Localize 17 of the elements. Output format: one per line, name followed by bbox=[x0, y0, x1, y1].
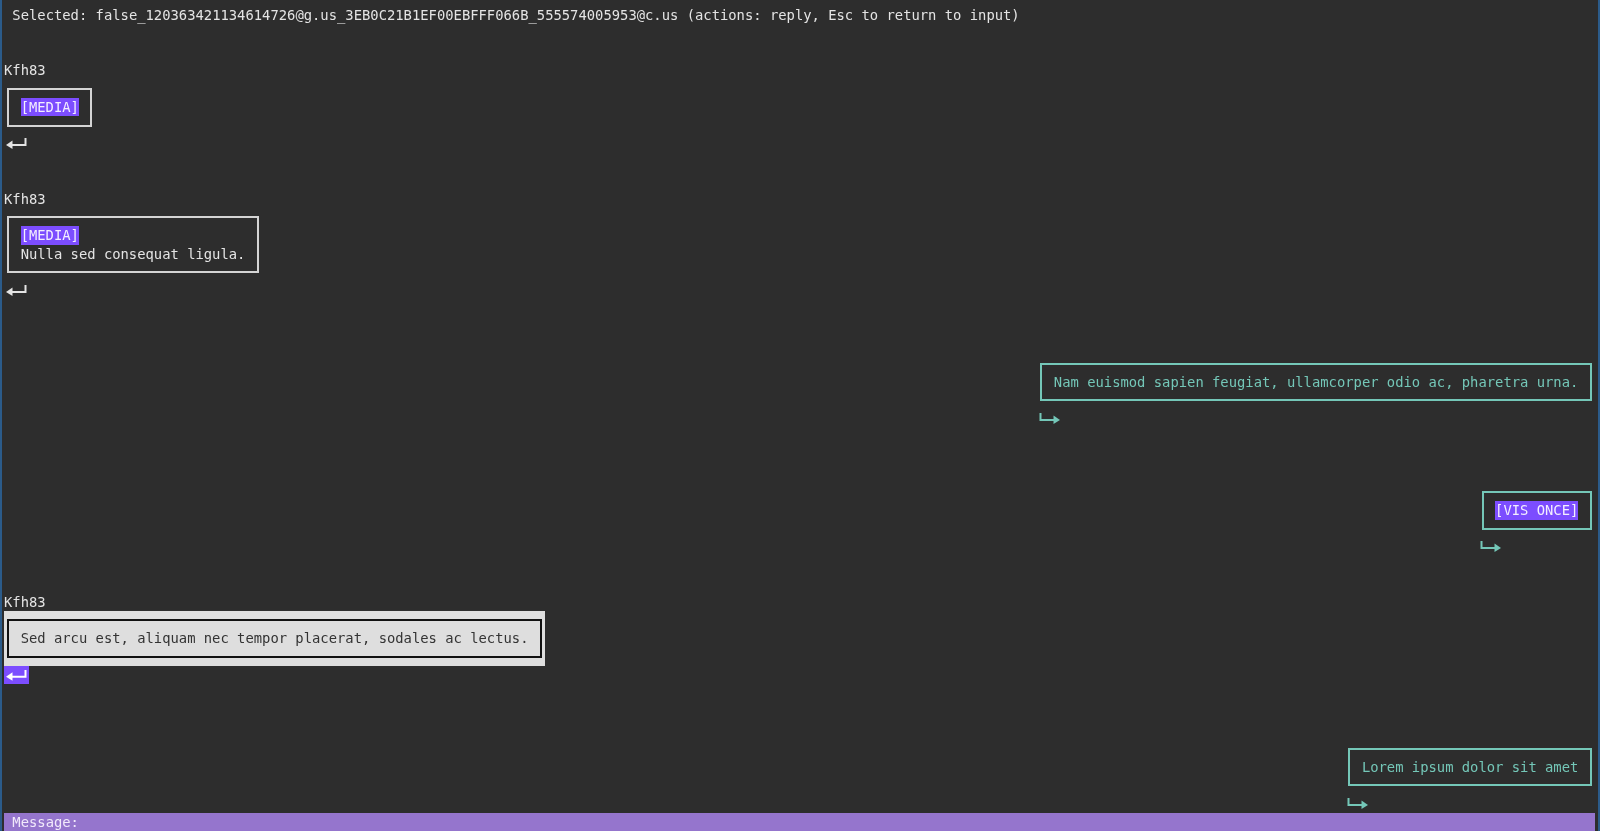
message-tag: [MEDIA] bbox=[20, 226, 79, 245]
message-bubble[interactable]: [MEDIA] bbox=[7, 87, 93, 127]
message-bubble[interactable]: Nam euismod sapien feugiat, ullamcorper odio ac, pharetra urna. bbox=[1040, 362, 1592, 402]
sender-name: Kfh83 bbox=[4, 62, 46, 79]
message-bubble[interactable]: [VIS ONCE] bbox=[1481, 491, 1592, 530]
sender-name: Kfh83 bbox=[4, 593, 46, 610]
message-bubble[interactable]: Sed arcu est, aliquam nec tempor placerat, sodales ac lectus. bbox=[7, 619, 542, 658]
message-text: Nam euismod sapien feugiat, ullamcorper odio ac, pharetra urna. bbox=[1053, 372, 1579, 392]
message-tag: [MEDIA] bbox=[20, 98, 79, 117]
message-text: Nulla sed consequat ligula. bbox=[20, 244, 246, 263]
message-text: Lorem ipsum dolor sit amet bbox=[1361, 757, 1579, 777]
message-bubble[interactable]: [MEDIA] Nulla sed consequat ligula. bbox=[7, 216, 259, 274]
message-bubble[interactable]: Lorem ipsum dolor sit amet bbox=[1348, 747, 1592, 787]
sender-name: Kfh83 bbox=[4, 190, 46, 207]
message-text: Sed arcu est, aliquam nec tempor placerat, sodales ac lectus. bbox=[20, 629, 529, 648]
status-line: Selected: false_120363421134614726@g.us_3EB0C21B1EF00EBFFF066B_555574005953@c.us (actions: reply, Esc to return to input) bbox=[11, 6, 1021, 25]
message-tag: [VIS ONCE] bbox=[1495, 501, 1579, 520]
